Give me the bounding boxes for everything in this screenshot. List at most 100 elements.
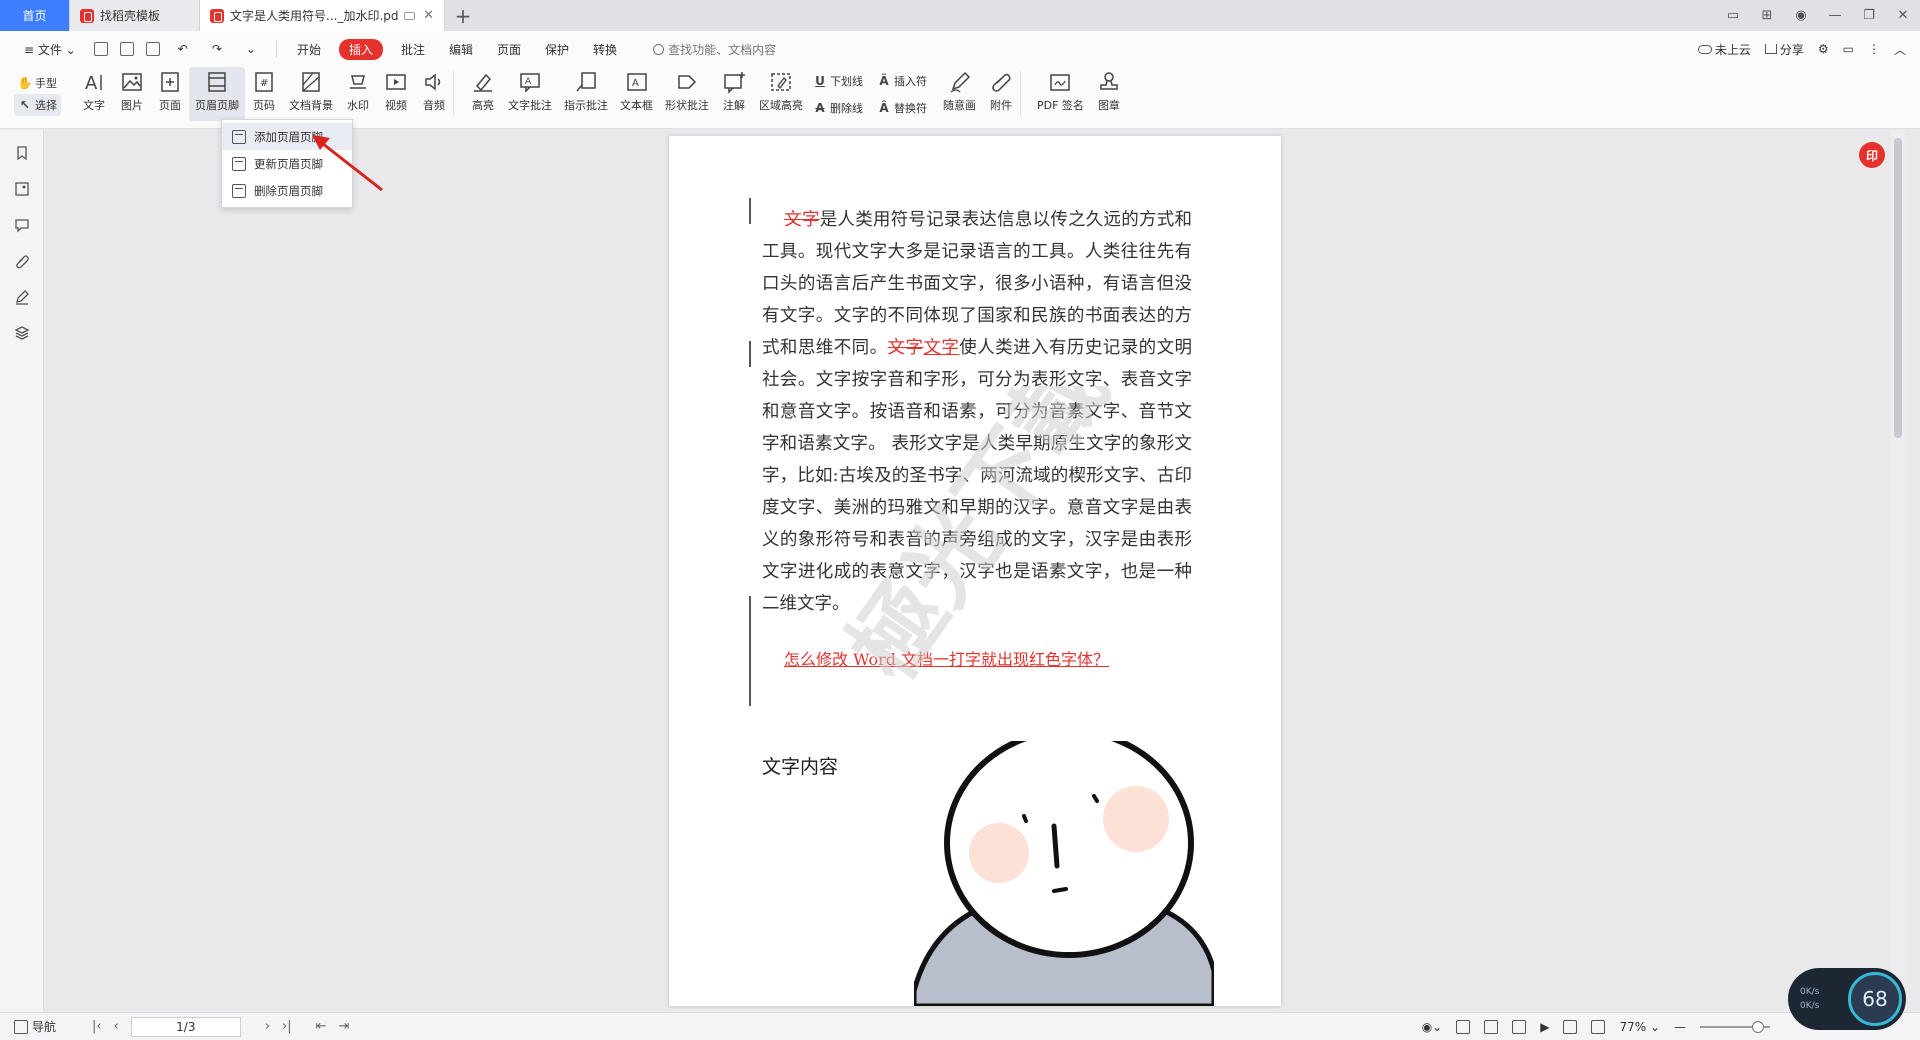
pdf-sign-button[interactable]: PDF 签名 [1031, 67, 1090, 121]
avatar[interactable]: ◉ [1784, 8, 1818, 23]
undo-icon[interactable]: ↶ [166, 42, 200, 56]
grid-icon[interactable]: ⊞ [1750, 8, 1784, 23]
tab-document-label: 文字是人类用符号..._加水印.pdf [230, 9, 399, 23]
tab-document[interactable]: 文字是人类用符号..._加水印.pdf ✕ [200, 0, 445, 31]
zoom-slider[interactable] [1700, 1021, 1770, 1033]
zoom-dropdown[interactable]: 77% ⌄ [1619, 1020, 1660, 1034]
shape-comment-button[interactable]: 形状批注 [659, 67, 715, 121]
highlight-button[interactable]: 高亮 [464, 67, 502, 121]
textbox-button[interactable]: A 文本框 [614, 67, 659, 121]
insert-symbol-button[interactable]: Ä 插入符 [873, 71, 931, 91]
tab-edit[interactable]: 编辑 [437, 41, 485, 58]
first-page-icon[interactable]: |‹ [92, 1019, 102, 1034]
freehand-button[interactable]: 随意画 [937, 67, 982, 121]
double-page-icon[interactable] [1512, 1020, 1527, 1034]
minimize-icon[interactable]: — [1818, 8, 1852, 23]
inserted-text: 文字 [923, 338, 960, 358]
play-icon[interactable]: ▶ [1540, 1020, 1549, 1034]
document-viewer[interactable]: 文字是人类用符号记录表达信息以传之久远的方式和工具。现代文字大多是记录语言的工具… [45, 130, 1905, 1012]
attachment-label: 附件 [990, 99, 1012, 112]
forward-icon[interactable]: ⇥ [339, 1019, 350, 1034]
page-number-button[interactable]: # 页码 [245, 67, 283, 121]
signature-panel-icon[interactable] [13, 288, 31, 306]
divider [275, 41, 277, 57]
search-input[interactable]: 查找功能、文档内容 [653, 41, 776, 58]
underline-button[interactable]: U 下划线 [809, 71, 867, 91]
red-underlined-link[interactable]: 怎么修改 Word 文档一打字就出现红色字体？ [784, 646, 1109, 670]
pdf-file-icon [210, 8, 224, 23]
last-page-icon[interactable]: ›| [282, 1019, 292, 1034]
actual-size-icon[interactable] [1563, 1020, 1578, 1034]
tab-template[interactable]: 找稻壳模板 [70, 0, 200, 31]
restore-icon[interactable]: ❐ [1852, 8, 1886, 23]
single-page-view-icon[interactable] [1456, 1020, 1471, 1034]
scroll-thumb[interactable] [1894, 138, 1902, 438]
comment-icon[interactable] [13, 216, 31, 234]
layers-icon[interactable] [13, 324, 31, 342]
insert-page-button[interactable]: 页面 [151, 67, 189, 121]
tab-comment[interactable]: 批注 [389, 41, 437, 58]
collapse-icon[interactable]: ︿ [1894, 41, 1906, 58]
insert-image-button[interactable]: 图片 [113, 67, 151, 121]
tab-page[interactable]: 页面 [485, 41, 533, 58]
pdf-page[interactable]: 文字是人类用符号记录表达信息以传之久远的方式和工具。现代文字大多是记录语言的工具… [669, 136, 1281, 1006]
tab-monitor-icon[interactable] [404, 11, 416, 20]
freehand-label: 随意画 [943, 99, 976, 112]
back-icon[interactable]: ⇤ [316, 1019, 327, 1034]
tab-convert[interactable]: 转换 [581, 41, 629, 58]
file-menu[interactable]: ≡ 文件 ⌄ [12, 41, 88, 58]
pointer-comment-button[interactable]: 指示批注 [558, 67, 614, 121]
area-highlight-button[interactable]: 区域高亮 [753, 67, 809, 121]
tab-insert[interactable]: 插入 [338, 38, 383, 60]
share-button[interactable]: 分享 [1764, 41, 1804, 58]
prev-page-icon[interactable]: ‹ [114, 1019, 119, 1034]
tab-protect[interactable]: 保护 [533, 41, 581, 58]
more-dropdown-icon[interactable]: ⌄ [234, 42, 268, 56]
vertical-scrollbar[interactable] [1891, 130, 1905, 1012]
replace-symbol-button[interactable]: Â 替换符 [873, 98, 931, 118]
insert-text-button[interactable]: A 文字 [75, 67, 113, 121]
audio-button[interactable]: 音频 [415, 67, 453, 121]
stamp-float-label: 印 [1865, 148, 1878, 163]
tab-close-icon[interactable]: ✕ [423, 8, 434, 23]
stamp-button[interactable]: 图章 [1090, 67, 1128, 121]
redo-icon[interactable]: ↷ [200, 42, 234, 56]
hand-tool-button[interactable]: ✋ 手型 [14, 72, 61, 94]
eye-protection-icon[interactable]: ◉⌄ [1422, 1020, 1443, 1034]
cloud-status[interactable]: 未上云 [1697, 41, 1751, 58]
layout-icon[interactable]: ▭ [1716, 8, 1750, 23]
bookmark-icon[interactable] [13, 144, 31, 162]
doc-background-button[interactable]: 文档背景 [283, 67, 339, 121]
new-tab-button[interactable]: + [445, 0, 481, 31]
fit-page-icon[interactable] [1591, 1020, 1606, 1034]
attachment-icon[interactable] [13, 252, 31, 270]
open-folder-icon[interactable] [93, 42, 108, 56]
strikethrough-button[interactable]: A 删除线 [809, 98, 867, 118]
page-number-field[interactable]: 1/3 [130, 1016, 241, 1037]
tool-mode-group: ✋ 手型 ↖ 选择 [14, 67, 61, 121]
tab-home[interactable]: 首页 [0, 0, 70, 31]
message-icon[interactable]: ▭ [1843, 42, 1854, 56]
select-tool-button[interactable]: ↖ 选择 [14, 94, 61, 116]
annotation-button[interactable]: 注解 [715, 67, 753, 121]
symbol-group: Ä 插入符 Â 替换符 [873, 67, 931, 121]
save-icon[interactable] [119, 42, 134, 56]
watermark-button[interactable]: 水印 [339, 67, 377, 121]
stamp-float-button[interactable]: 印 [1859, 142, 1885, 168]
zoom-slider-knob[interactable] [1752, 1021, 1764, 1033]
nav-toggle[interactable]: 导航 [14, 1018, 56, 1035]
zoom-out-icon[interactable]: — [1674, 1020, 1686, 1034]
next-page-icon[interactable]: › [265, 1019, 270, 1034]
tab-start[interactable]: 开始 [285, 41, 333, 58]
settings-icon[interactable]: ⚙ [1818, 42, 1829, 56]
header-footer-button[interactable]: 页眉页脚 [189, 67, 245, 121]
thumbnail-icon[interactable] [13, 180, 31, 198]
attachment-button[interactable]: 附件 [982, 67, 1020, 121]
print-icon[interactable] [145, 42, 160, 56]
close-window-icon[interactable]: ✕ [1886, 8, 1920, 23]
text-comment-button[interactable]: A 文字批注 [502, 67, 558, 121]
hand-label: 手型 [35, 77, 57, 90]
video-button[interactable]: 视频 [377, 67, 415, 121]
read-mode-icon[interactable] [1484, 1020, 1499, 1034]
more-icon[interactable]: ⋮ [1868, 42, 1880, 56]
